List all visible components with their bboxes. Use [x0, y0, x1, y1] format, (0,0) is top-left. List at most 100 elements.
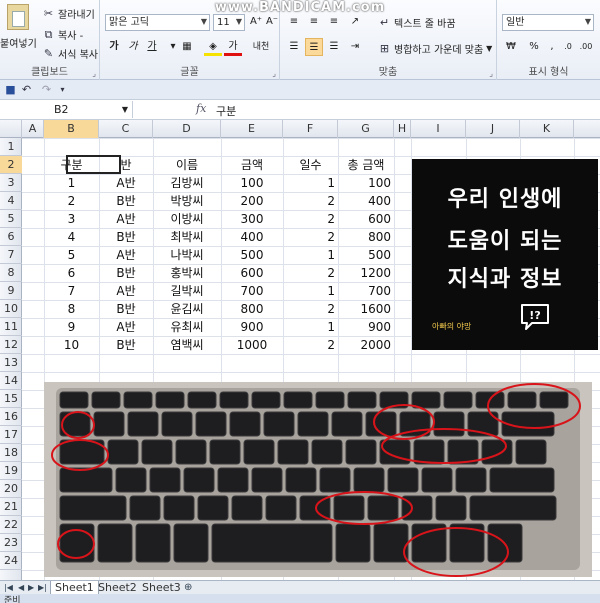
- redo-icon[interactable]: ↷: [40, 83, 53, 96]
- table-cell[interactable]: 800: [338, 228, 394, 246]
- fx-icon[interactable]: fx: [196, 102, 206, 115]
- row-header[interactable]: 3: [0, 174, 22, 192]
- underline-button[interactable]: 가: [143, 38, 161, 56]
- phonetic-button[interactable]: 내천: [250, 38, 272, 56]
- font-size-select[interactable]: 11 ▼: [213, 14, 245, 31]
- row-header[interactable]: 7: [0, 246, 22, 264]
- table-cell[interactable]: 이방씨: [153, 210, 221, 228]
- table-cell[interactable]: 2: [44, 192, 99, 210]
- column-header[interactable]: J: [466, 120, 520, 138]
- row-header[interactable]: 24: [0, 552, 22, 570]
- row-header[interactable]: 19: [0, 462, 22, 480]
- table-cell[interactable]: 홍박씨: [153, 264, 221, 282]
- table-cell[interactable]: 400: [221, 228, 283, 246]
- new-sheet-icon[interactable]: ⊕: [184, 581, 192, 594]
- row-header[interactable]: 2: [0, 156, 22, 174]
- percent-icon[interactable]: %: [525, 38, 543, 56]
- column-header[interactable]: F: [283, 120, 338, 138]
- table-cell[interactable]: B반: [99, 192, 153, 210]
- table-cell[interactable]: 1000: [221, 336, 283, 354]
- last-sheet-icon[interactable]: ▶|: [38, 581, 47, 594]
- undo-icon[interactable]: ↶: [20, 83, 33, 96]
- row-header[interactable]: 13: [0, 354, 22, 372]
- paste-button[interactable]: 붙여넣기: [0, 35, 37, 50]
- table-cell[interactable]: 2: [283, 192, 338, 210]
- table-cell[interactable]: 김방씨: [153, 174, 221, 192]
- font-color-button[interactable]: 가: [224, 38, 242, 56]
- row-header[interactable]: 5: [0, 210, 22, 228]
- shrink-font-button[interactable]: A⁻: [263, 13, 281, 31]
- table-cell[interactable]: 박방씨: [153, 192, 221, 210]
- row-header[interactable]: 6: [0, 228, 22, 246]
- table-cell[interactable]: 700: [338, 282, 394, 300]
- table-cell[interactable]: B반: [99, 300, 153, 318]
- table-cell[interactable]: 700: [221, 282, 283, 300]
- row-header[interactable]: 10: [0, 300, 22, 318]
- column-header[interactable]: K: [520, 120, 574, 138]
- row-header[interactable]: 23: [0, 534, 22, 552]
- table-cell[interactable]: A반: [99, 210, 153, 228]
- dialog-launcher-icon[interactable]: ⌟: [489, 69, 493, 78]
- table-cell[interactable]: B반: [99, 264, 153, 282]
- row-header[interactable]: 12: [0, 336, 22, 354]
- table-cell[interactable]: 1200: [338, 264, 394, 282]
- table-cell[interactable]: 1: [44, 174, 99, 192]
- number-format-select[interactable]: 일반 ▼: [502, 14, 594, 31]
- chevron-down-icon[interactable]: ▾: [56, 83, 69, 96]
- table-header-cell[interactable]: 총 금액: [338, 156, 394, 174]
- row-header[interactable]: 16: [0, 408, 22, 426]
- sheet-tab-3[interactable]: Sheet3: [138, 581, 185, 595]
- table-cell[interactable]: 100: [221, 174, 283, 192]
- table-cell[interactable]: A반: [99, 282, 153, 300]
- font-name-select[interactable]: 맑은 고딕 ▼: [105, 14, 210, 31]
- formula-input[interactable]: 구분: [216, 103, 236, 119]
- align-center-icon[interactable]: ☰: [305, 38, 323, 56]
- table-cell[interactable]: A반: [99, 174, 153, 192]
- align-top-icon[interactable]: ≡: [285, 13, 303, 31]
- table-cell[interactable]: 1600: [338, 300, 394, 318]
- table-cell[interactable]: 500: [221, 246, 283, 264]
- table-cell[interactable]: 4: [44, 228, 99, 246]
- table-cell[interactable]: 600: [338, 210, 394, 228]
- table-cell[interactable]: 3: [44, 210, 99, 228]
- table-cell[interactable]: 염백씨: [153, 336, 221, 354]
- table-header-cell[interactable]: 일수: [283, 156, 338, 174]
- table-cell[interactable]: 2: [283, 228, 338, 246]
- align-middle-icon[interactable]: ≡: [305, 13, 323, 31]
- table-cell[interactable]: 100: [338, 174, 394, 192]
- table-cell[interactable]: 500: [338, 246, 394, 264]
- border-icon[interactable]: ▦: [178, 38, 196, 56]
- bold-button[interactable]: 가: [105, 38, 123, 56]
- table-cell[interactable]: 윤김씨: [153, 300, 221, 318]
- row-header[interactable]: 1: [0, 138, 22, 156]
- row-header[interactable]: 17: [0, 426, 22, 444]
- table-cell[interactable]: 300: [221, 210, 283, 228]
- column-header[interactable]: A: [22, 120, 44, 138]
- copy-button[interactable]: ⧉ 복사 -: [42, 27, 84, 42]
- table-cell[interactable]: 200: [221, 192, 283, 210]
- table-cell[interactable]: 1: [283, 282, 338, 300]
- table-cell[interactable]: 6: [44, 264, 99, 282]
- table-cell[interactable]: 나박씨: [153, 246, 221, 264]
- table-cell[interactable]: B반: [99, 336, 153, 354]
- indent-icon[interactable]: ⇥: [346, 38, 364, 56]
- increase-decimal-icon[interactable]: .0: [559, 38, 577, 56]
- row-header[interactable]: 11: [0, 318, 22, 336]
- table-cell[interactable]: 2: [283, 264, 338, 282]
- italic-button[interactable]: 가: [124, 38, 142, 56]
- sheet-tab-2[interactable]: Sheet2: [94, 581, 141, 595]
- table-cell[interactable]: 길박씨: [153, 282, 221, 300]
- table-cell[interactable]: 2: [283, 210, 338, 228]
- table-cell[interactable]: 2: [283, 300, 338, 318]
- row-header[interactable]: 22: [0, 516, 22, 534]
- table-header-cell[interactable]: 이름: [153, 156, 221, 174]
- column-header[interactable]: E: [221, 120, 283, 138]
- row-header[interactable]: 4: [0, 192, 22, 210]
- currency-icon[interactable]: ₩: [502, 38, 520, 56]
- next-sheet-icon[interactable]: ▶: [28, 581, 34, 594]
- row-header[interactable]: 20: [0, 480, 22, 498]
- table-header-cell[interactable]: 금액: [221, 156, 283, 174]
- column-header[interactable]: I: [411, 120, 466, 138]
- sheet-tab-1[interactable]: Sheet1: [50, 581, 99, 595]
- table-cell[interactable]: 2000: [338, 336, 394, 354]
